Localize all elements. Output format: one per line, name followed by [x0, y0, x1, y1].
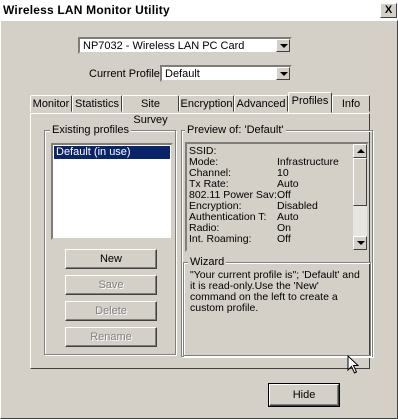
preview-label: Preview of: 'Default' — [185, 124, 286, 136]
preview-key: Mode: — [189, 157, 219, 168]
preview-list: SSID: Mode: Infrastructure Channel: 10 Tx … — [185, 142, 369, 252]
current-profile-value: Default — [165, 68, 200, 80]
list-item[interactable]: Default (in use) — [54, 146, 170, 159]
rename-button[interactable]: Rename — [65, 327, 157, 347]
title-bar: Wireless LAN Monitor Utility X — [0, 0, 398, 21]
tab-profiles[interactable]: Profiles — [288, 92, 332, 113]
tab-advanced[interactable]: Advanced — [234, 95, 288, 112]
preview-key: Tx Rate: — [189, 179, 229, 190]
adapter-select[interactable]: NP7032 - Wireless LAN PC Card — [78, 37, 292, 54]
scroll-thumb[interactable] — [353, 158, 367, 206]
preview-key: Channel: — [189, 168, 232, 179]
wizard-label: Wizard — [188, 256, 227, 268]
preview-key: Encryption: — [189, 201, 242, 212]
save-button[interactable]: Save — [65, 275, 157, 295]
tab-encryption[interactable]: Encryption — [179, 95, 234, 112]
current-profile-select[interactable]: Default — [160, 65, 292, 82]
preview-scrollbar[interactable] — [353, 144, 367, 250]
tab-info[interactable]: Info — [332, 95, 370, 112]
preview-key: 802.11 Power Sav: — [189, 190, 277, 201]
chevron-down-icon[interactable] — [276, 67, 290, 80]
tab-statistics[interactable]: Statistics — [72, 95, 122, 112]
window-title: Wireless LAN Monitor Utility — [3, 3, 170, 17]
close-button[interactable]: X — [380, 3, 397, 18]
scroll-up-icon[interactable] — [353, 144, 367, 158]
existing-profiles-label: Existing profiles — [50, 124, 132, 136]
hide-button[interactable]: Hide — [269, 384, 339, 406]
preview-key: Radio: — [189, 223, 220, 234]
scroll-down-icon[interactable] — [353, 236, 367, 250]
wizard-text: "Your current profile is"; 'Default' and… — [190, 269, 360, 314]
delete-button[interactable]: Delete — [65, 301, 157, 321]
adapter-select-value: NP7032 - Wireless LAN PC Card — [83, 40, 245, 52]
current-profile-label: Current Profile: — [89, 68, 163, 80]
new-button[interactable]: New — [65, 249, 157, 269]
profiles-list[interactable]: Default (in use) — [51, 143, 173, 240]
preview-key: Authentication T: — [189, 212, 267, 223]
preview-key: SSID: — [189, 146, 217, 157]
tab-site-survey[interactable]: Site Survey — [122, 95, 179, 126]
preview-value: Off — [277, 233, 291, 245]
preview-key: Int. Roaming: — [189, 234, 252, 245]
tab-monitor[interactable]: Monitor — [30, 95, 72, 112]
mouse-cursor-icon — [347, 355, 360, 374]
chevron-down-icon[interactable] — [276, 39, 290, 52]
